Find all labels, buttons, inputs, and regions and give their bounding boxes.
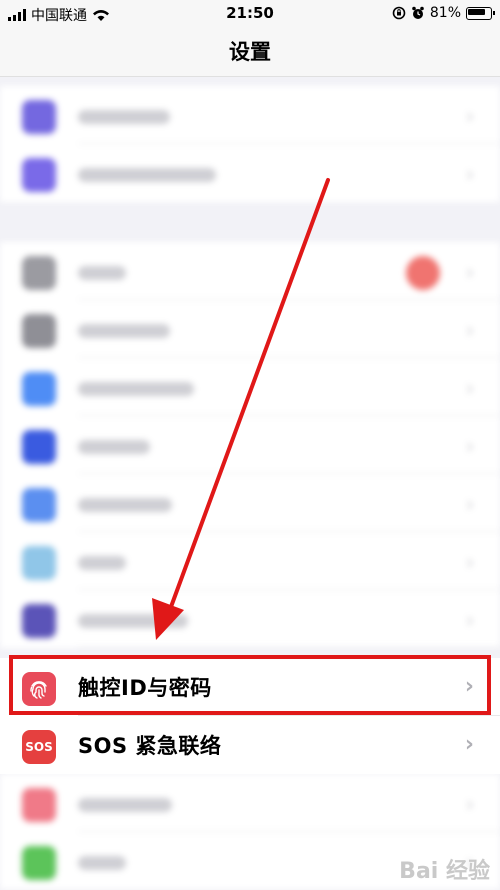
watermark: Bai 经验 [399, 859, 490, 884]
annotation-arrow [152, 178, 330, 640]
